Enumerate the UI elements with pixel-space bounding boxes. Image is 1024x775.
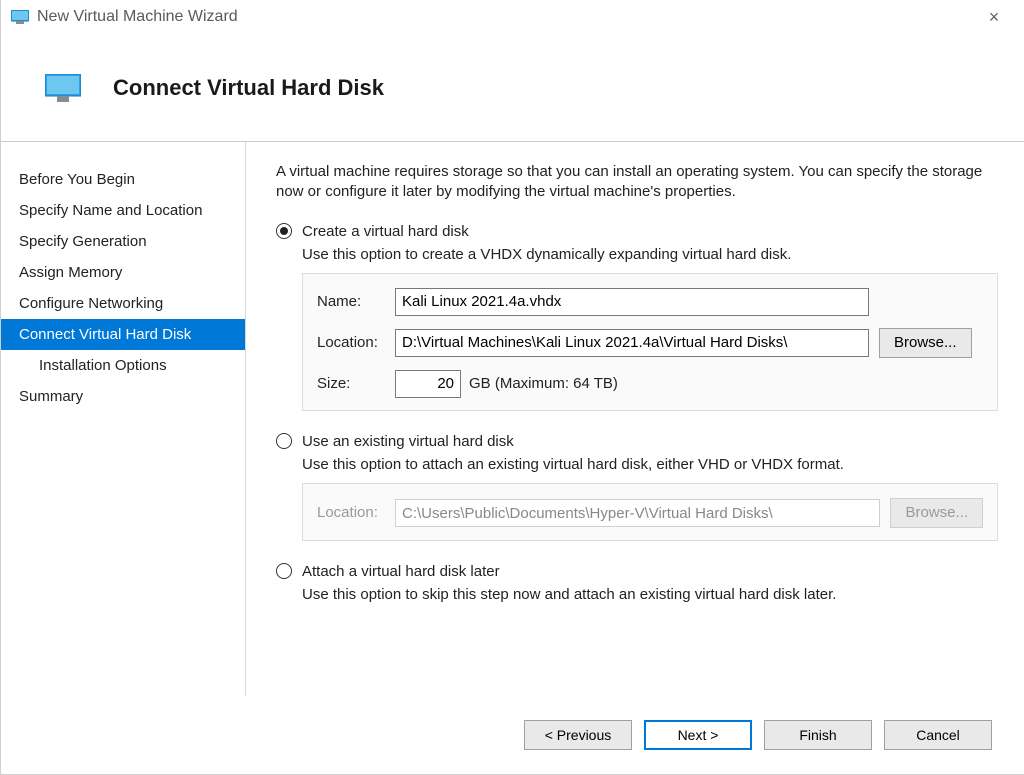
sidebar-item-specify-generation[interactable]: Specify Generation	[1, 226, 245, 257]
name-input[interactable]	[395, 288, 869, 316]
existing-browse-button: Browse...	[890, 498, 983, 528]
existing-location-label: Location:	[317, 504, 395, 521]
sidebar-item-assign-memory[interactable]: Assign Memory	[1, 257, 245, 288]
sidebar: Before You Begin Specify Name and Locati…	[1, 142, 246, 696]
location-input[interactable]	[395, 329, 869, 357]
name-label: Name:	[317, 293, 395, 310]
wizard-window: New Virtual Machine Wizard × Connect Vir…	[0, 0, 1024, 775]
sidebar-item-before-you-begin[interactable]: Before You Begin	[1, 164, 245, 195]
window-title: New Virtual Machine Wizard	[37, 8, 238, 26]
size-input[interactable]	[395, 370, 461, 398]
radio-existing[interactable]	[276, 433, 292, 449]
titlebar: New Virtual Machine Wizard ×	[1, 0, 1024, 34]
header-band: Connect Virtual Hard Disk	[1, 34, 1024, 142]
sidebar-item-configure-networking[interactable]: Configure Networking	[1, 288, 245, 319]
existing-desc: Use this option to attach an existing vi…	[302, 456, 998, 473]
radio-create-label: Create a virtual hard disk	[302, 223, 469, 240]
option-later: Attach a virtual hard disk later Use thi…	[276, 563, 998, 603]
sidebar-item-specify-name-location[interactable]: Specify Name and Location	[1, 195, 245, 226]
finish-button[interactable]: Finish	[764, 720, 872, 750]
sidebar-item-installation-options[interactable]: Installation Options	[1, 350, 245, 381]
intro-text: A virtual machine requires storage so th…	[276, 162, 998, 203]
close-button[interactable]: ×	[974, 7, 1014, 28]
page-icon	[45, 74, 81, 102]
footer: < Previous Next > Finish Cancel	[1, 696, 1024, 774]
page-title: Connect Virtual Hard Disk	[113, 75, 384, 101]
location-label: Location:	[317, 334, 395, 351]
cancel-button[interactable]: Cancel	[884, 720, 992, 750]
radio-later[interactable]	[276, 563, 292, 579]
create-panel: Name: Location: Browse... Size: GB (Maxi…	[302, 273, 998, 411]
size-note: GB (Maximum: 64 TB)	[469, 375, 618, 392]
body-area: Before You Begin Specify Name and Locati…	[1, 142, 1024, 696]
existing-panel: Location: C:\Users\Public\Documents\Hype…	[302, 483, 998, 541]
content-pane: A virtual machine requires storage so th…	[246, 142, 1024, 696]
option-existing: Use an existing virtual hard disk Use th…	[276, 433, 998, 541]
sidebar-item-summary[interactable]: Summary	[1, 381, 245, 412]
existing-location-value: C:\Users\Public\Documents\Hyper-V\Virtua…	[395, 499, 880, 527]
later-desc: Use this option to skip this step now an…	[302, 586, 998, 603]
radio-later-label: Attach a virtual hard disk later	[302, 563, 500, 580]
radio-create[interactable]	[276, 223, 292, 239]
next-button[interactable]: Next >	[644, 720, 752, 750]
sidebar-item-connect-vhd[interactable]: Connect Virtual Hard Disk	[1, 319, 245, 350]
size-label: Size:	[317, 375, 395, 392]
radio-existing-label: Use an existing virtual hard disk	[302, 433, 514, 450]
browse-button[interactable]: Browse...	[879, 328, 972, 358]
create-desc: Use this option to create a VHDX dynamic…	[302, 246, 998, 263]
previous-button[interactable]: < Previous	[524, 720, 632, 750]
app-icon	[11, 10, 29, 24]
option-create: Create a virtual hard disk Use this opti…	[276, 223, 998, 411]
